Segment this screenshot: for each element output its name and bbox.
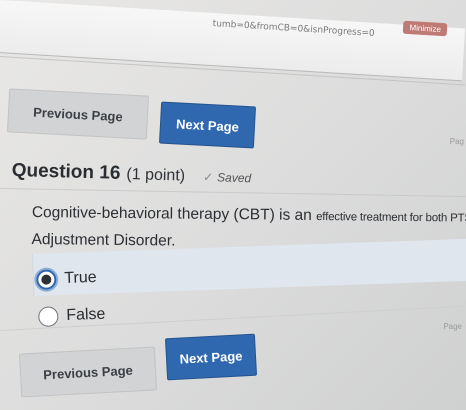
saved-status: ✓ Saved	[203, 170, 251, 185]
previous-page-button-top[interactable]: Previous Page	[6, 88, 150, 140]
question-header: Question 16 (1 point) ✓ Saved	[11, 160, 251, 188]
url-text: tumb=0&fromCB=0&isnProgress=0	[212, 19, 375, 39]
next-page-button-bottom[interactable]: Next Page	[164, 333, 258, 381]
statement-small: effective treatment for both PTSD	[316, 210, 466, 225]
check-icon: ✓	[202, 170, 214, 185]
radio-selected-dot	[41, 274, 52, 285]
question-points: (1 point)	[126, 166, 186, 185]
saved-label: Saved	[216, 170, 252, 186]
browser-badge[interactable]: Minimize	[403, 20, 448, 37]
option-false-label[interactable]: False	[66, 306, 106, 325]
page-indicator-bottom: Page	[443, 322, 462, 331]
option-true-label[interactable]: True	[64, 269, 97, 288]
screen: tumb=0&fromCB=0&isnProgress=0 Minimize P…	[0, 0, 466, 410]
question-divider	[0, 188, 466, 198]
radio-true[interactable]	[36, 269, 57, 290]
option-false[interactable]: False	[38, 305, 106, 327]
previous-page-button-bottom[interactable]: Previous Page	[18, 346, 158, 398]
page-indicator-top: Pag	[449, 137, 464, 146]
option-true[interactable]: True	[36, 268, 97, 290]
radio-false[interactable]	[38, 306, 59, 327]
browser-address-bar[interactable]: tumb=0&fromCB=0&isnProgress=0 Minimize	[0, 0, 466, 82]
question-title: Question 16	[11, 160, 121, 184]
next-page-button-top[interactable]: Next Page	[158, 101, 257, 149]
statement-main: Cognitive-behavioral therapy (CBT) is an	[31, 203, 317, 224]
